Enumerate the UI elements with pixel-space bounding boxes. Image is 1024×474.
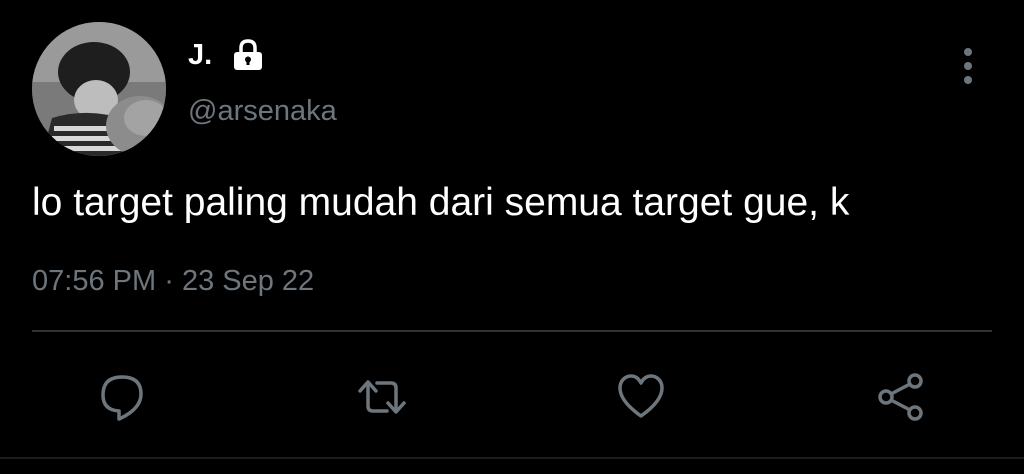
like-button[interactable] (616, 372, 666, 422)
user-handle[interactable]: @arsenaka (188, 94, 337, 128)
meta-separator: · (164, 265, 174, 297)
avatar-image (32, 22, 166, 156)
divider (32, 330, 992, 332)
tweet-time[interactable]: 07:56 PM (32, 265, 156, 297)
retweet-icon (358, 380, 406, 414)
reply-button[interactable] (97, 372, 147, 422)
heart-icon (618, 374, 664, 418)
bottom-divider (0, 457, 1024, 459)
retweet-button[interactable] (357, 372, 407, 422)
tweet-timestamp: 07:56 PM · 23 Sep 22 (32, 264, 314, 298)
display-name[interactable]: J. (188, 38, 212, 72)
reply-icon (101, 375, 143, 421)
lock-icon (234, 39, 262, 70)
tweet-date[interactable]: 23 Sep 22 (182, 265, 314, 297)
avatar[interactable] (32, 22, 166, 156)
share-icon (878, 373, 923, 421)
more-options-icon[interactable] (950, 44, 986, 88)
tweet-text: lo target paling mudah dari semua target… (32, 181, 850, 224)
share-button[interactable] (876, 372, 926, 422)
